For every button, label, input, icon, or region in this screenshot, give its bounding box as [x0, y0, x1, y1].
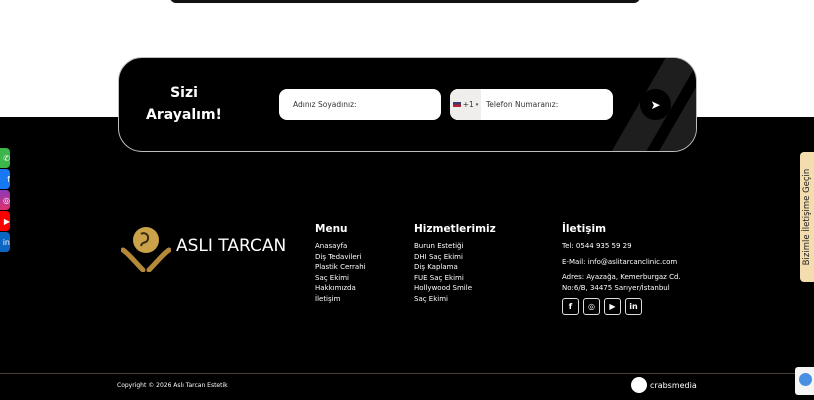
- country-select[interactable]: +1 ▾: [450, 89, 481, 120]
- menu-link[interactable]: Anasayfa: [315, 241, 366, 252]
- send-button[interactable]: ➤: [640, 89, 671, 120]
- social-links: f ◎ ▶ in: [562, 298, 681, 315]
- recaptcha-badge[interactable]: [795, 367, 814, 395]
- service-link[interactable]: Diş Kaplama: [414, 262, 496, 273]
- brand-name: ASLI TARCAN: [176, 236, 287, 256]
- youtube-button[interactable]: ▶: [0, 211, 10, 231]
- phone-input[interactable]: +1 ▾ Telefon Numaranız:: [450, 89, 613, 120]
- phone-placeholder: Telefon Numaranız:: [486, 100, 559, 109]
- footer-divider: [0, 373, 814, 374]
- callback-form: Sizi Arayalım! Adınız Soyadınız: +1 ▾ Tele…: [118, 57, 697, 152]
- agency-logo[interactable]: crabsmedia: [631, 377, 697, 393]
- service-link[interactable]: Saç Ekimi: [414, 294, 496, 305]
- menu-column: Menu Anasayfa Diş Tedavileri Plastik Cer…: [315, 223, 366, 304]
- contact-phone[interactable]: Tel: 0544 935 59 29: [562, 241, 681, 252]
- menu-link[interactable]: Saç Ekimi: [315, 273, 366, 284]
- top-section-edge: [170, 0, 640, 3]
- logo-icon: [120, 222, 172, 273]
- linkedin-icon: in: [2, 237, 10, 247]
- paper-plane-icon: ➤: [650, 97, 661, 112]
- contact-title: İletişim: [562, 223, 607, 235]
- menu-title: Menu: [315, 223, 348, 235]
- whatsapp-button[interactable]: ✆: [0, 148, 10, 168]
- name-input[interactable]: Adınız Soyadınız:: [279, 89, 441, 120]
- youtube-icon[interactable]: ▶: [604, 298, 621, 315]
- service-link[interactable]: Hollywood Smile: [414, 283, 496, 294]
- menu-link[interactable]: Diş Tedavileri: [315, 252, 366, 263]
- side-tab-label: Bizimle İletişime Geçin: [802, 168, 812, 266]
- linkedin-button[interactable]: in: [0, 232, 10, 252]
- instagram-icon: ◎: [3, 195, 10, 205]
- service-link[interactable]: DHI Saç Ekimi: [414, 252, 496, 263]
- us-flag-icon: [452, 102, 461, 107]
- menu-link[interactable]: Hakkımızda: [315, 283, 366, 294]
- facebook-icon[interactable]: f: [562, 298, 579, 315]
- contact-address: Adres: Ayazağa, Kemerburgaz Cd.: [562, 273, 681, 281]
- menu-link[interactable]: Plastik Cerrahi: [315, 262, 366, 273]
- services-title: Hizmetlerimiz: [414, 223, 496, 235]
- instagram-button[interactable]: ◎: [0, 190, 10, 210]
- facebook-icon: f: [7, 174, 10, 184]
- cta-title: Sizi Arayalım!: [146, 85, 222, 123]
- contact-email[interactable]: E-Mail: info@aslitarcanclinic.com: [562, 257, 681, 268]
- whatsapp-icon: ✆: [3, 153, 10, 163]
- youtube-icon: ▶: [3, 216, 10, 226]
- menu-link[interactable]: İletişim: [315, 294, 366, 305]
- instagram-icon[interactable]: ◎: [583, 298, 600, 315]
- country-code: +1: [462, 100, 474, 109]
- contact-column: İletişim Tel: 0544 935 59 29 E-Mail: inf…: [562, 223, 681, 315]
- recaptcha-icon: [799, 373, 812, 386]
- service-link[interactable]: FUE Saç Ekimi: [414, 273, 496, 284]
- crab-icon: [631, 377, 647, 393]
- service-link[interactable]: Burun Estetiği: [414, 241, 496, 252]
- contact-side-tab[interactable]: Bizimle İletişime Geçin: [800, 152, 814, 282]
- agency-name: crabsmedia: [650, 380, 697, 390]
- linkedin-icon[interactable]: in: [625, 298, 642, 315]
- facebook-button[interactable]: f: [0, 169, 10, 189]
- services-column: Hizmetlerimiz Burun Estetiği DHI Saç Eki…: [414, 223, 496, 304]
- contact-address: No:6/B, 34475 Sarıyer/İstanbul: [562, 283, 670, 292]
- copyright: Copyright © 2026 Aslı Tarcan Estetik: [117, 382, 228, 389]
